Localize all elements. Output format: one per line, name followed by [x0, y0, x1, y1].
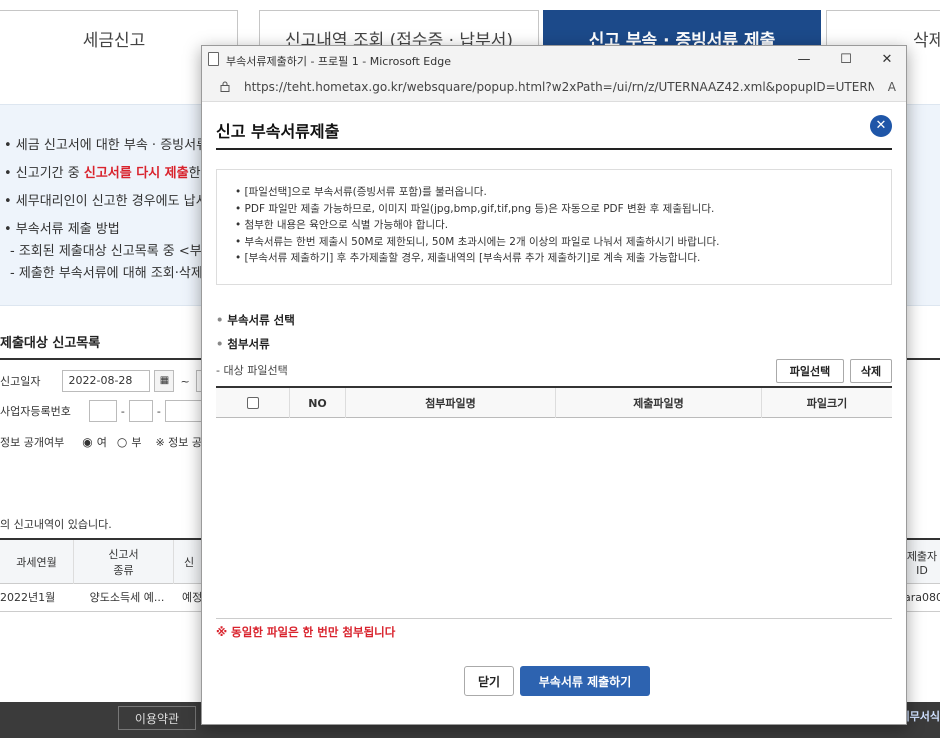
cell: ara080: [904, 591, 940, 604]
date-from-input[interactable]: 2022-08-28: [62, 370, 151, 392]
popup-window: 부속서류제출하기 - 프로필 1 - Microsoft Edge — ☐ ✕ …: [201, 45, 907, 725]
maximize-icon[interactable]: ☐: [832, 50, 860, 70]
bizno-input-3[interactable]: [164, 400, 205, 422]
guide-line: • [부속서류 제출하기] 후 추가제출할 경우, 제출내역의 [부속서류 추가…: [235, 252, 701, 264]
read-aloud-icon[interactable]: A: [888, 80, 896, 94]
notice-line: - 제출한 부속서류에 대해 조회·삭제: [10, 266, 203, 281]
page-icon: [208, 52, 219, 66]
file-table-header: NO 첨부파일명 제출파일명 파일크기: [216, 386, 892, 418]
submit-attachments-button[interactable]: 부속서류 제출하기: [520, 666, 650, 696]
delete-button[interactable]: 삭제: [850, 359, 892, 383]
col-header: NO: [290, 388, 346, 418]
notice-line: • 세무대리인이 신고한 경우에도 납서: [4, 194, 208, 209]
select-all-col: [216, 388, 290, 418]
file-select-button[interactable]: 파일선택: [776, 359, 844, 383]
list-title: 제출대상 신고목록: [0, 336, 101, 351]
disclose-note: ※ 정보 공: [155, 436, 203, 449]
minimize-icon[interactable]: —: [790, 50, 818, 70]
close-button[interactable]: 닫기: [464, 666, 514, 696]
terms-link[interactable]: 이용약관: [118, 706, 196, 730]
title-divider: [216, 148, 892, 150]
notice-line: • 세금 신고서에 대한 부속 · 증빙서류: [4, 138, 209, 153]
select-all-checkbox[interactable]: [246, 397, 259, 409]
bizno-label: 사업자등록번호: [0, 405, 71, 418]
radio-no-icon[interactable]: ○: [117, 435, 127, 449]
guide-line: • 부속서류는 한번 제출시 50M로 제한되니, 50M 초과시에는 2개 이…: [235, 235, 720, 248]
guide-line: • [파일선택]으로 부속서류(증빙서류 포함)를 불러옵니다.: [235, 186, 487, 198]
address-bar: https://teht.hometax.go.kr/websquare/pop…: [202, 74, 906, 102]
tilde: ~: [180, 374, 190, 388]
radio-yes-icon[interactable]: ◉: [82, 435, 92, 449]
guide-line: • 첨부한 내용은 육안으로 식별 가능해야 합니다.: [235, 219, 449, 231]
popup-title: 신고 부속서류제출: [216, 122, 340, 141]
calendar-icon[interactable]: ▦: [154, 370, 175, 392]
notice-line: • 신고기간 중 신고서를 다시 제출한: [4, 166, 201, 181]
cell: 2022년1월: [0, 591, 56, 604]
guide-line: • PDF 파일만 제출 가능하므로, 이미지 파일(jpg,bmp,gif,t…: [235, 202, 715, 215]
popup-body: 신고 부속서류제출 ✕ • [파일선택]으로 부속서류(증빙서류 포함)를 불러…: [202, 102, 906, 724]
url-text[interactable]: https://teht.hometax.go.kr/websquare/pop…: [244, 80, 874, 94]
window-title: 부속서류제출하기 - 프로필 1 - Microsoft Edge: [226, 55, 451, 68]
cell: 양도소득세 예...: [89, 591, 165, 604]
date-label: 신고일자: [0, 375, 41, 388]
radio-yes-label: 여: [96, 436, 107, 449]
bizno-filter-row: 사업자등록번호 - -: [0, 400, 205, 422]
section-heading: • 부속서류 선택: [216, 313, 295, 327]
bizno-input-1[interactable]: [88, 400, 117, 422]
col-header: 신고서 종류: [74, 540, 174, 584]
lock-icon: [220, 81, 230, 92]
window-close-icon[interactable]: ✕: [873, 50, 901, 70]
close-icon[interactable]: ✕: [870, 115, 892, 137]
col-header: 제출파일명: [556, 388, 762, 418]
divider: [216, 618, 892, 619]
notice-line: • 부속서류 제출 방법: [4, 222, 120, 237]
result-count: 의 신고내역이 있습니다.: [0, 518, 112, 531]
col-header: 첨부파일명: [346, 388, 556, 418]
notice-line: - 조회된 제출대상 신고목록 중 <부: [10, 244, 202, 259]
date-filter-row: 신고일자 2022-08-28 ▦ ~ 20: [0, 370, 220, 392]
radio-no-label: 부: [131, 436, 142, 449]
guide-box: • [파일선택]으로 부속서류(증빙서류 포함)를 불러옵니다. • PDF 파…: [216, 169, 892, 285]
warning-text: ※ 동일한 파일은 한 번만 첨부됩니다: [216, 625, 396, 639]
col-header: 과세연월: [0, 540, 74, 584]
section-heading: • 첨부서류: [216, 337, 270, 351]
disclose-filter-row: 정보 공개여부 ◉ 여 ○ 부 ※ 정보 공: [0, 434, 202, 450]
bizno-input-2[interactable]: [128, 400, 153, 422]
disclose-label: 정보 공개여부: [0, 436, 65, 449]
col-header: 신: [183, 556, 195, 569]
col-header: 파일크기: [806, 397, 848, 410]
window-titlebar: 부속서류제출하기 - 프로필 1 - Microsoft Edge — ☐ ✕: [202, 46, 906, 74]
subsection-label: - 대상 파일선택: [216, 364, 288, 377]
